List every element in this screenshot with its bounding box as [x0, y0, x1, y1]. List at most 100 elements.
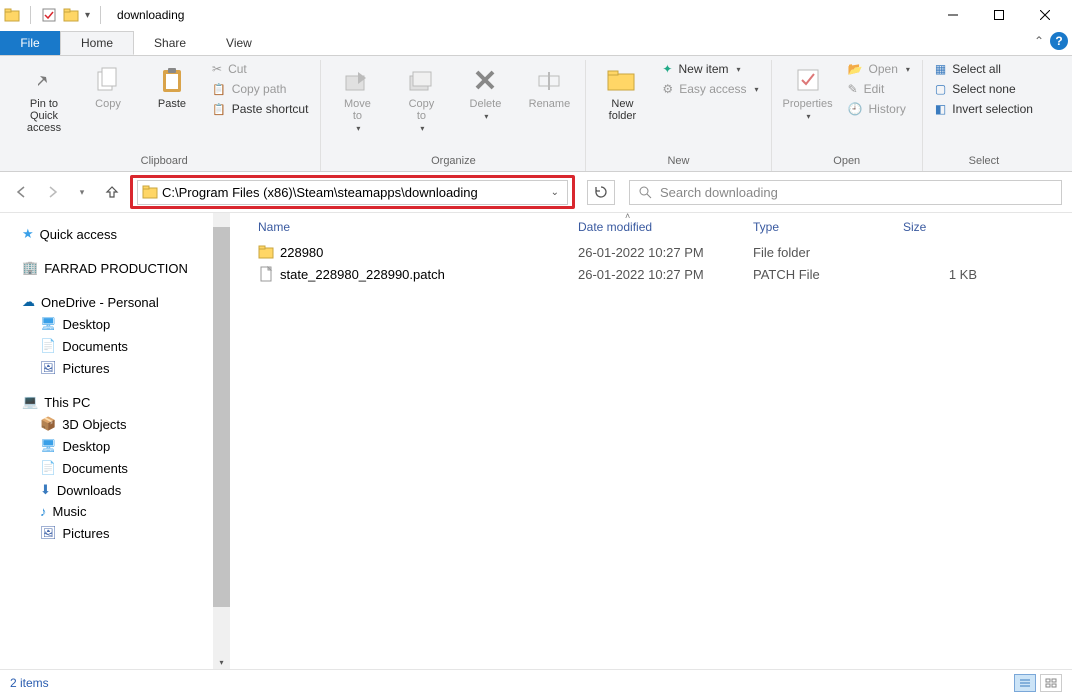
new-item-icon: ✦ — [662, 62, 672, 76]
history-icon: 🕘 — [848, 102, 863, 116]
documents-icon: 📄 — [40, 338, 56, 354]
up-button[interactable] — [100, 180, 124, 204]
minimize-button[interactable] — [930, 0, 976, 30]
back-button[interactable] — [10, 180, 34, 204]
address-dropdown-icon[interactable]: ⌄ — [547, 187, 563, 198]
file-row[interactable]: state_228980_228990.patch 26-01-2022 10:… — [230, 263, 1072, 285]
nav-pc-desktop[interactable]: 🖥Desktop — [0, 435, 230, 457]
select-all-icon: ▦ — [935, 62, 946, 76]
tab-home[interactable]: Home — [60, 31, 134, 55]
paste-icon — [156, 64, 188, 96]
file-row[interactable]: 228980 26-01-2022 10:27 PM File folder — [230, 241, 1072, 263]
pc-icon: 💻 — [22, 394, 38, 410]
music-icon: ♪ — [40, 504, 47, 519]
paste-button[interactable]: Paste — [142, 60, 202, 114]
navigation-pane: ★Quick access 🏢FARRAD PRODUCTION ☁OneDri… — [0, 213, 230, 669]
copy-button[interactable]: Copy — [78, 60, 138, 114]
copy-to-button[interactable]: Copy to▾ — [391, 60, 451, 137]
open-icon: 📂 — [848, 62, 863, 76]
tab-view[interactable]: View — [206, 31, 272, 55]
close-button[interactable] — [1022, 0, 1068, 30]
tab-file[interactable]: File — [0, 31, 60, 55]
nav-od-desktop[interactable]: 🖥Desktop — [0, 313, 230, 335]
history-button[interactable]: 🕘History — [842, 100, 916, 118]
view-details-button[interactable] — [1014, 674, 1036, 692]
nav-quick-access[interactable]: ★Quick access — [0, 223, 230, 245]
column-name[interactable]: Name — [250, 220, 570, 234]
paste-shortcut-icon: 📋 — [212, 103, 226, 116]
ribbon-group-select: ▦Select all ▢Select none ◧Invert selecti… — [923, 60, 1045, 171]
rename-button[interactable]: Rename — [519, 60, 579, 114]
forward-button[interactable] — [40, 180, 64, 204]
search-input[interactable] — [660, 185, 1053, 200]
maximize-button[interactable] — [976, 0, 1022, 30]
nav-pc-music[interactable]: ♪Music — [0, 501, 230, 522]
edit-button[interactable]: ✎Edit — [842, 80, 916, 98]
address-input[interactable] — [162, 185, 547, 200]
tab-share[interactable]: Share — [134, 31, 206, 55]
pin-quick-access-button[interactable]: Pin to Quick access — [14, 60, 74, 138]
column-size[interactable]: Size — [895, 220, 985, 234]
cube-icon: 📦 — [40, 416, 56, 432]
copy-to-icon — [405, 64, 437, 96]
nav-od-pictures[interactable]: 🖼Pictures — [0, 357, 230, 379]
cut-icon: ✂ — [212, 62, 222, 76]
new-folder-button[interactable]: New folder — [592, 60, 652, 126]
easy-access-button[interactable]: ⚙Easy access▾ — [656, 80, 764, 98]
file-type: PATCH File — [745, 267, 895, 282]
nav-3d-objects[interactable]: 📦3D Objects — [0, 413, 230, 435]
move-to-button[interactable]: Move to▾ — [327, 60, 387, 137]
delete-button[interactable]: Delete▾ — [455, 60, 515, 125]
column-headers: Name Date modified Type Size — [230, 213, 1072, 241]
nav-this-pc[interactable]: 💻This PC — [0, 391, 230, 413]
move-to-icon — [341, 64, 373, 96]
ribbon-collapse-icon[interactable]: ⌃ — [1034, 34, 1044, 48]
file-icon — [258, 266, 274, 282]
column-type[interactable]: Type — [745, 220, 895, 234]
star-icon: ★ — [22, 226, 34, 242]
invert-selection-button[interactable]: ◧Invert selection — [929, 100, 1039, 118]
desktop-icon: 🖥 — [40, 438, 57, 454]
building-icon: 🏢 — [22, 260, 38, 276]
folder-icon — [4, 7, 20, 23]
select-none-button[interactable]: ▢Select none — [929, 80, 1039, 98]
view-large-icons-button[interactable] — [1040, 674, 1062, 692]
desktop-icon: 🖥 — [40, 316, 57, 332]
file-name: state_228980_228990.patch — [280, 267, 445, 282]
nav-farrad[interactable]: 🏢FARRAD PRODUCTION — [0, 257, 230, 279]
refresh-button[interactable] — [587, 180, 615, 205]
ribbon-group-open: Properties▾ 📂Open▾ ✎Edit 🕘History Open — [772, 60, 923, 171]
recent-locations-button[interactable]: ▾ — [70, 180, 94, 204]
qat-dropdown-icon[interactable]: ▾ — [85, 10, 90, 21]
copy-path-button[interactable]: 📋Copy path — [206, 80, 314, 98]
nav-pc-documents[interactable]: 📄Documents — [0, 457, 230, 479]
nav-od-documents[interactable]: 📄Documents — [0, 335, 230, 357]
new-item-button[interactable]: ✦New item▾ — [656, 60, 764, 78]
qat-folder-icon[interactable] — [63, 7, 79, 23]
ribbon: Pin to Quick access Copy Paste ✂Cut 📋Cop… — [0, 55, 1072, 172]
properties-button[interactable]: Properties▾ — [778, 60, 838, 125]
copy-icon — [92, 64, 124, 96]
pin-icon — [28, 64, 60, 96]
column-date[interactable]: Date modified — [570, 220, 745, 234]
search-box[interactable] — [629, 180, 1062, 205]
copy-path-icon: 📋 — [212, 83, 226, 96]
nav-pc-downloads[interactable]: ⬇Downloads — [0, 479, 230, 501]
nav-scrollbar-thumb[interactable] — [213, 227, 230, 607]
paste-shortcut-button[interactable]: 📋Paste shortcut — [206, 100, 314, 118]
cut-button[interactable]: ✂Cut — [206, 60, 314, 78]
downloads-icon: ⬇ — [40, 482, 51, 498]
qat-properties-icon[interactable] — [41, 7, 57, 23]
nav-scroll-down[interactable]: ▾ — [213, 655, 230, 669]
nav-onedrive[interactable]: ☁OneDrive - Personal — [0, 291, 230, 313]
file-name: 228980 — [280, 245, 323, 260]
new-folder-icon — [606, 64, 638, 96]
ribbon-tabs: File Home Share View ⌃ ? — [0, 30, 1072, 55]
open-button[interactable]: 📂Open▾ — [842, 60, 916, 78]
status-bar: 2 items — [0, 669, 1072, 695]
help-icon[interactable]: ? — [1050, 32, 1068, 50]
nav-pc-pictures[interactable]: 🖼Pictures — [0, 522, 230, 544]
window-title: downloading — [117, 8, 184, 22]
easy-access-icon: ⚙ — [662, 82, 673, 96]
select-all-button[interactable]: ▦Select all — [929, 60, 1039, 78]
